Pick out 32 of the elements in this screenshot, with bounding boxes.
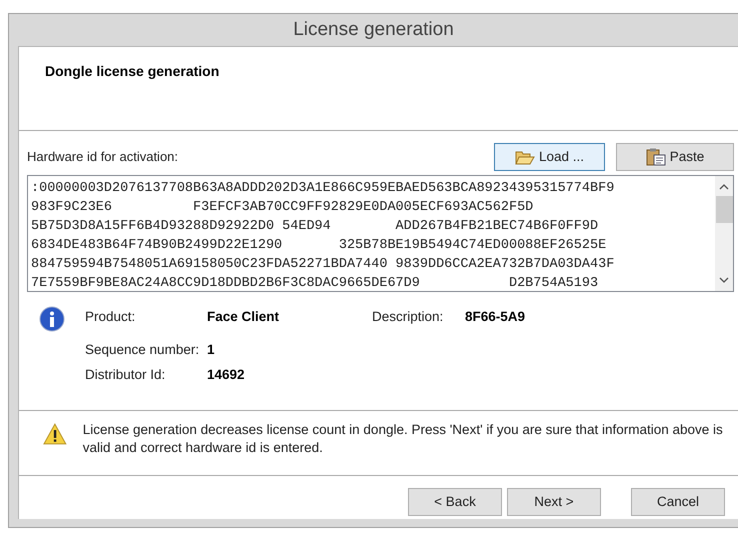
field-value: Face Client	[207, 308, 280, 326]
clipboard-icon	[646, 148, 666, 166]
load-button[interactable]: Load ...	[494, 143, 605, 171]
field-value: 8F66-5A9	[465, 308, 526, 326]
cancel-button[interactable]: Cancel	[631, 488, 725, 516]
hex-line: 983F9C23E6 F3EFCF3AB70CC9FF92829E0DA005ECF693AC562F5D	[31, 199, 534, 217]
window-title: License generation	[292, 18, 455, 42]
field-label: Description:	[372, 308, 444, 326]
field-value: 1	[207, 341, 216, 360]
field-label: Distributor Id:	[85, 366, 166, 384]
hex-line: 884759594B7548051A69158050C23FDA52271BDA7440 9839DD6CCA2EA732B7DA03DA43F	[31, 256, 616, 274]
field-value: 14692	[207, 366, 246, 384]
scrollbar-thumb[interactable]	[716, 196, 732, 223]
hardware-id-label: Hardware id for activation:	[27, 148, 180, 166]
hex-line: 6834DE483B64F74B90B2499D22E1290 325B78BE19B5494C74ED00088EF26525E	[31, 237, 608, 255]
hardware-id-field[interactable]	[27, 175, 734, 292]
scrollbar[interactable]	[715, 176, 733, 291]
field-label: Sequence number:	[85, 341, 200, 360]
hex-line: 5B75D3D8A15FF6B4D93288D92922D0 54ED94 ADD267B4FB21BEC74B6F0FF9D	[31, 218, 600, 236]
scroll-down-icon[interactable]	[719, 277, 729, 283]
page-heading: Dongle license generation	[45, 63, 220, 79]
field-label: Product:	[85, 308, 136, 326]
hex-line: :00000003D2076137708B63A8ADDD202D3A1E866C959EBAED563BCA89234395315774BF9	[31, 180, 616, 198]
back-button[interactable]: < Back	[408, 488, 502, 516]
scroll-up-icon[interactable]	[719, 184, 729, 190]
next-button[interactable]: Next >	[507, 488, 601, 516]
warning-icon	[43, 423, 67, 445]
hex-line: 7E7559BF9BE8AC24A8CC9D18DDBD2B6F3C8DAC9665DE67D9 D2B754A5193	[31, 275, 600, 291]
folder-icon	[514, 149, 535, 165]
paste-button[interactable]: Paste	[616, 143, 734, 171]
info-icon	[39, 306, 65, 332]
warning-message: License generation decreases license count in dongle. Press 'Next' if you are sure that information above is valid and correct hardware id is entered.	[82, 421, 724, 457]
